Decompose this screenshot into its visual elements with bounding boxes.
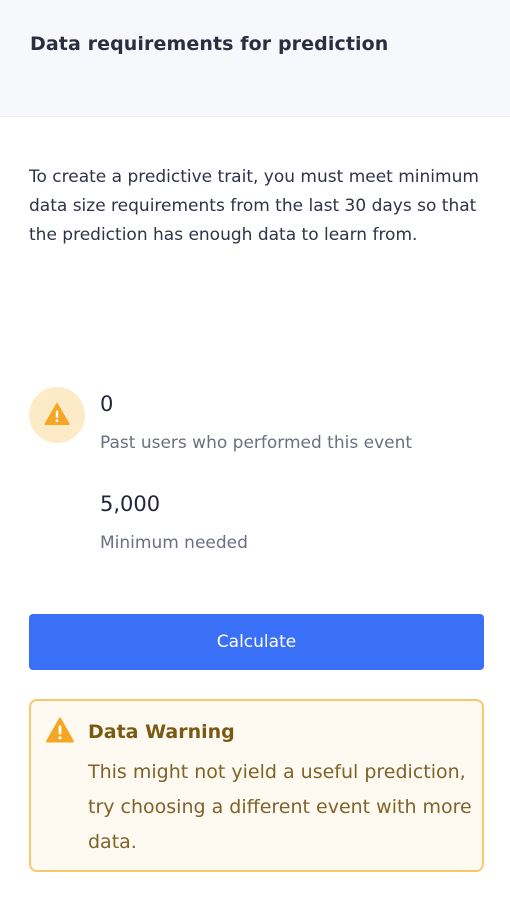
panel-header: Data requirements for prediction xyxy=(0,0,510,117)
minimum-needed-count: 5,000 xyxy=(100,492,161,516)
warning-triangle-icon xyxy=(46,717,74,743)
data-requirements-panel: Data requirements for prediction To crea… xyxy=(0,0,510,909)
calculate-button[interactable]: Calculate xyxy=(29,614,484,670)
past-users-count: 0 xyxy=(100,392,114,416)
panel-title: Data requirements for prediction xyxy=(30,33,389,55)
alert-message: This might not yield a useful prediction… xyxy=(88,761,472,853)
warning-triangle-icon xyxy=(44,403,70,425)
stat-warning-badge xyxy=(29,387,85,443)
past-users-label: Past users who performed this event xyxy=(100,433,413,453)
minimum-needed-label: Minimum needed xyxy=(100,533,248,553)
alert-title: Data Warning xyxy=(88,721,235,743)
requirements-description: To create a predictive trait, you must m… xyxy=(29,167,479,245)
data-warning-alert: Data Warning This might not yield a usef… xyxy=(29,699,484,872)
